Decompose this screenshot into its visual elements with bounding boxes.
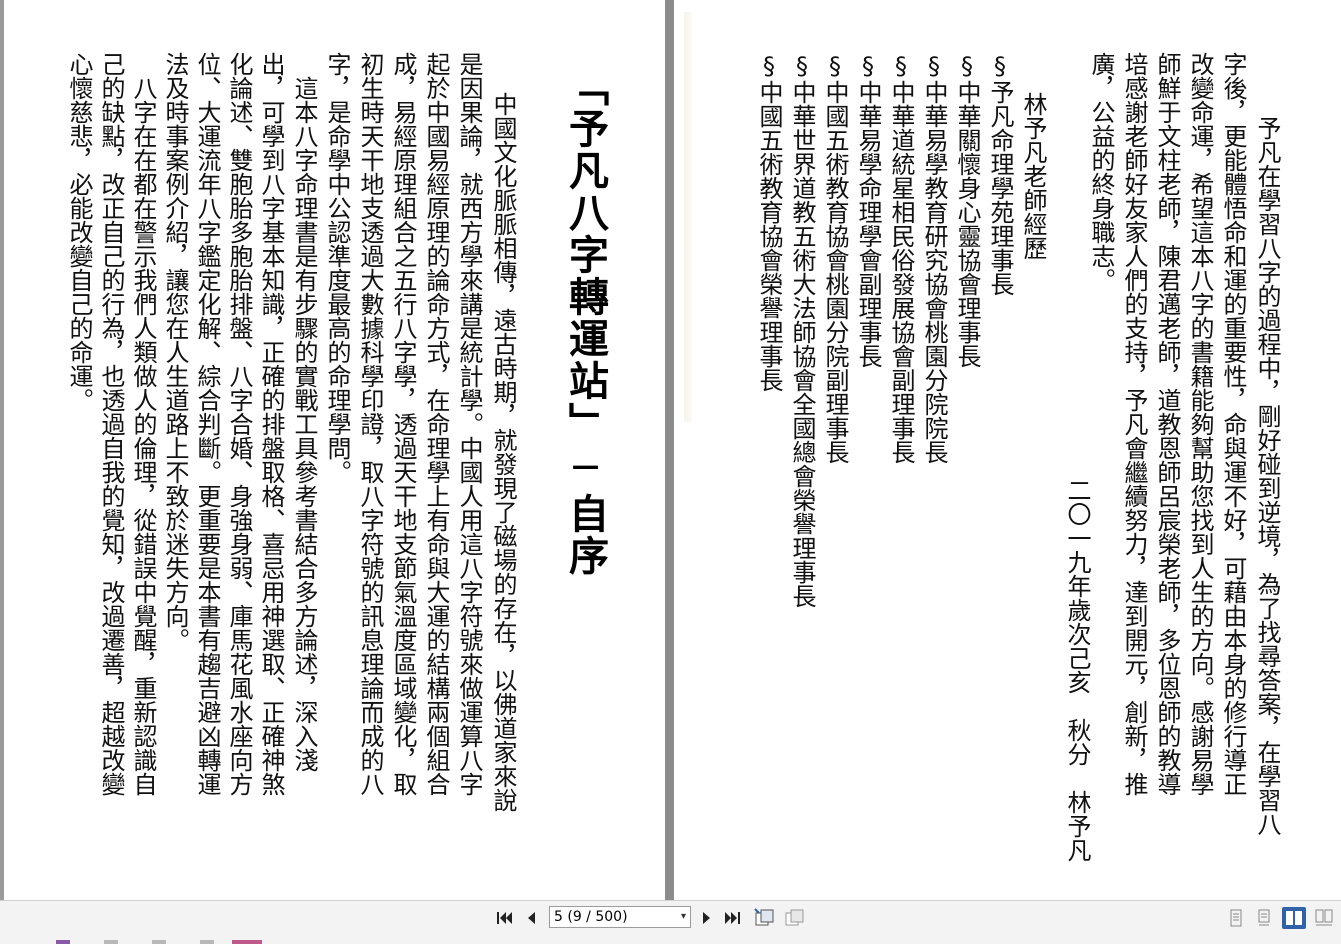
copy-page-icon[interactable] [754, 907, 776, 929]
continuous-icon[interactable] [1252, 907, 1276, 929]
bio-item: §中華道統星相民俗發展協會副理事長 [887, 52, 915, 464]
text-column: 法及時事案例介紹，讓您在人生道路上不致於迷失方向。 [161, 52, 189, 652]
page-gap [665, 0, 674, 900]
next-page-icon[interactable] [696, 907, 718, 929]
paste-page-icon[interactable] [784, 907, 806, 929]
bio-item: §中華易學命理學會副理事長 [854, 52, 882, 368]
text-column: 位、大運流年八字鑑定化解、綜合判斷。更重要是本書有趨吉避凶轉運 [193, 52, 221, 796]
text-column: 廣，公益的終身職志。 [1087, 52, 1115, 292]
bio-item: §中華易學教育研究協會桃園分院院長 [920, 52, 948, 464]
chevron-down-icon: ▾ [680, 911, 686, 922]
text-column: 中國文化脈脈相傳，遠古時期，就發現了磁場的存在，以佛道家來說 [489, 92, 517, 812]
text-column: 成，易經原理組合之五行八字學，透過天干地支節氣溫度區域變化，取 [389, 52, 417, 796]
navigation-toolbar: 5 (9 / 500) ▾ [0, 900, 1341, 944]
text-column: 初生時天干地支透過大數據科學印證，取八字符號的訊息理論而成的八 [356, 52, 384, 796]
bio-heading: 林予凡老師經歷 [1019, 92, 1047, 260]
document-viewer[interactable]: 「予凡八字轉運站」─自序 中國文化脈脈相傳，遠古時期，就發現了磁場的存在，以佛道… [0, 0, 1341, 900]
bio-item: §中華關懷身心靈協會理事長 [953, 52, 981, 368]
bio-item: §中華世界道教五術大法師協會全國總會榮譽理事長 [788, 52, 816, 608]
two-page-icon[interactable] [1282, 907, 1306, 929]
text-column: 心懷慈悲，必能改變自己的命運。 [65, 52, 93, 412]
text-column: 八字在在都在警示我們人類做人的倫理，從錯誤中覺醒，重新認識自 [129, 52, 157, 796]
bio-item: §予凡命理學苑理事長 [986, 52, 1014, 296]
first-page-icon[interactable] [493, 907, 515, 929]
page-indicator: 5 (9 / 500) [554, 909, 628, 925]
prev-page-icon[interactable] [520, 907, 542, 929]
text-column: 化論述、雙胞胎多胞胎排盤、八字合婚、身強身弱、庫馬花風水座向方 [225, 52, 253, 796]
text-column: 師鮮于文柱老師，陳君邁老師，道教恩師呂宸榮老師，多位恩師的教導 [1153, 52, 1181, 796]
single-page-icon[interactable] [1224, 907, 1248, 929]
bio-item: §中國五術教育協會榮譽理事長 [755, 52, 783, 392]
date-signature: 二〇一九年歲次己亥 秋分 林予凡 [1063, 478, 1091, 862]
text-column: 予凡在學習八字的過程中，剛好碰到逆境，為了找尋答案，在學習八 [1253, 92, 1281, 836]
bio-item: §中國五術教育協會桃園分院副理事長 [821, 52, 849, 464]
page-number-select[interactable]: 5 (9 / 500) ▾ [549, 906, 691, 928]
text-column: 改變命運，希望這本八字的書籍能夠幫助您找到人生的方向。感謝易學 [1186, 52, 1214, 796]
text-column: 出，可學到八字基本知識，正確的排盤取格、喜忌用神選取、正確神煞 [257, 52, 285, 796]
text-column: 字後，更能體悟命和運的重要性，命與運不好，可藉由本身的修行導正 [1219, 52, 1247, 796]
right-page: 予凡在學習八字的過程中，剛好碰到逆境，為了找尋答案，在學習八 字後，更能體悟命和… [674, 0, 1341, 900]
tab-strip [0, 936, 300, 944]
last-page-icon[interactable] [722, 907, 744, 929]
two-page-continuous-icon[interactable] [1312, 907, 1336, 929]
left-page: 「予凡八字轉運站」─自序 中國文化脈脈相傳，遠古時期，就發現了磁場的存在，以佛道… [4, 0, 665, 900]
preface-title: 「予凡八字轉運站」─自序 [562, 66, 609, 577]
text-column: 起於中國易經原理的論命方式，在命理學上有命與大運的結構兩個組合 [422, 52, 450, 796]
text-column: 培感謝老師好友家人們的支持，予凡會繼續努力，達到開元，創新，推 [1120, 52, 1148, 796]
text-column: 是因果論，就西方學來講是統計學。中國人用這八字符號來做運算八字 [455, 52, 483, 796]
scan-edge [684, 12, 692, 422]
text-column: 己的缺點，改正自己的行為，也透過自我的覺知，改過遷善，超越改變 [97, 52, 125, 796]
text-column: 字，是命學中公認準度最高的命理學問。 [323, 52, 351, 484]
text-column: 這本八字命理書是有步驟的實戰工具參考書結合多方論述，深入淺 [290, 52, 318, 772]
